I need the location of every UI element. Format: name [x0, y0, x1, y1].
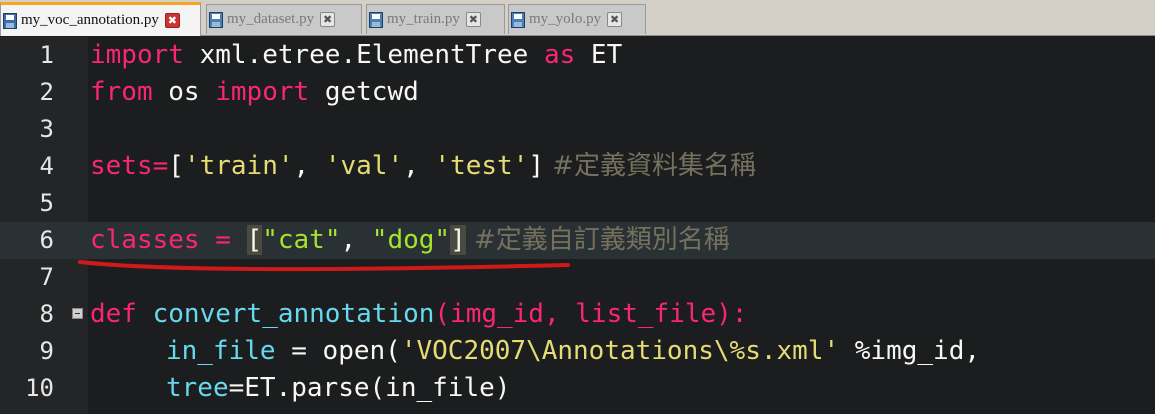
- code-text: from os import getcwd: [90, 77, 419, 107]
- code-text: in_file = open('VOC2007\Annotations\%s.x…: [166, 336, 981, 366]
- code-line[interactable]: 9 in_file = open('VOC2007\Annotations\%s…: [0, 333, 1155, 370]
- tab-my-yolo[interactable]: my_yolo.py ✖: [508, 4, 646, 34]
- save-file-icon: [369, 11, 383, 28]
- code-text: tree=ET.parse(in_file): [166, 373, 511, 403]
- code-text: classes = ["cat", "dog"] #定義自訂義類別名稱: [90, 225, 730, 255]
- code-line[interactable]: 5: [0, 185, 1155, 222]
- fold-toggle-icon[interactable]: [72, 308, 83, 319]
- line-number: 1: [39, 41, 54, 69]
- code-line[interactable]: 10 tree=ET.parse(in_file): [0, 370, 1155, 407]
- code-line[interactable]: 4 sets=['train', 'val', 'test'] #定義資料集名稱: [0, 148, 1155, 185]
- tab-bar: my_voc_annotation.py ✖ my_dataset.py ✖ m…: [0, 0, 1155, 36]
- tab-my-dataset[interactable]: my_dataset.py ✖: [206, 4, 362, 34]
- line-number: 7: [39, 263, 54, 291]
- line-number: 2: [39, 78, 54, 106]
- current-code-line[interactable]: 6 classes = ["cat", "dog"] #定義自訂義類別名稱: [0, 222, 1155, 259]
- code-line[interactable]: 1 import xml.etree.ElementTree as ET: [0, 37, 1155, 74]
- close-tab-icon[interactable]: ✖: [320, 12, 336, 27]
- code-line[interactable]: 3: [0, 111, 1155, 148]
- close-tab-icon[interactable]: ✖: [465, 12, 481, 27]
- line-number: 6: [39, 226, 54, 254]
- line-number: 9: [39, 337, 54, 365]
- save-file-icon: [3, 12, 17, 29]
- code-text: sets=['train', 'val', 'test'] #定義資料集名稱: [90, 151, 757, 181]
- code-text: def convert_annotation(img_id, list_file…: [90, 299, 748, 329]
- tab-label: my_voc_annotation.py: [21, 12, 159, 28]
- close-tab-icon[interactable]: ✖: [607, 12, 623, 27]
- line-number: 8: [39, 300, 54, 328]
- tab-label: my_train.py: [387, 11, 460, 27]
- matched-bracket: [: [246, 225, 263, 255]
- code-line[interactable]: 7: [0, 259, 1155, 296]
- close-tab-icon[interactable]: ✖: [164, 13, 180, 28]
- line-number: 4: [39, 152, 54, 180]
- line-number: 5: [39, 189, 54, 217]
- save-file-icon: [209, 11, 223, 28]
- code-text: import xml.etree.ElementTree as ET: [90, 40, 623, 70]
- tab-label: my_dataset.py: [227, 11, 315, 27]
- code-line[interactable]: 2 from os import getcwd: [0, 74, 1155, 111]
- code-editor[interactable]: 1 import xml.etree.ElementTree as ET 2 f…: [0, 37, 1155, 414]
- code-line[interactable]: 8 def convert_annotation(img_id, list_fi…: [0, 296, 1155, 333]
- matched-bracket: ]: [450, 225, 466, 255]
- tab-label: my_yolo.py: [529, 11, 602, 27]
- line-number: 3: [39, 115, 54, 143]
- tab-my-voc-annotation[interactable]: my_voc_annotation.py ✖: [0, 2, 201, 36]
- line-number: 10: [25, 374, 54, 402]
- tab-my-train[interactable]: my_train.py ✖: [366, 4, 505, 34]
- save-file-icon: [511, 11, 525, 28]
